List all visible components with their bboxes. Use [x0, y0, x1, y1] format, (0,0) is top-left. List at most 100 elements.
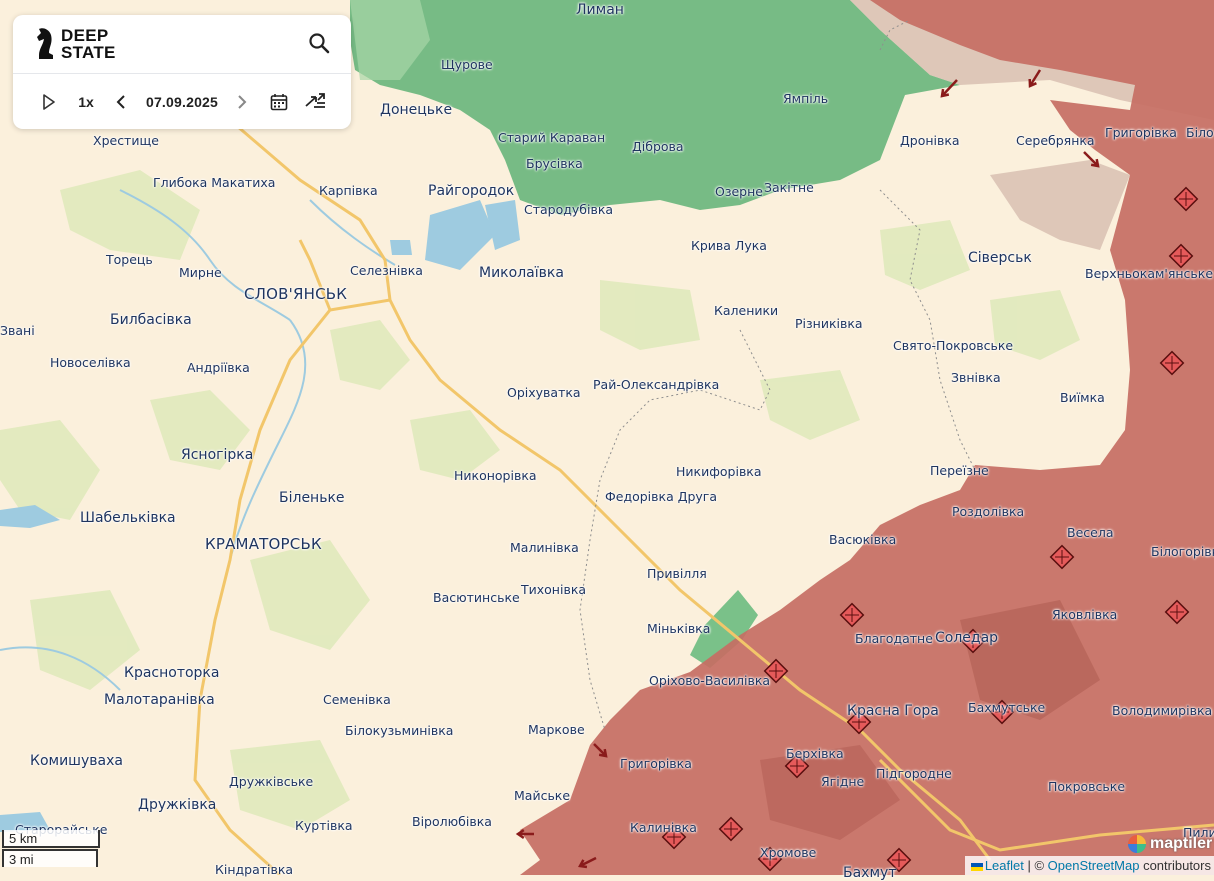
attribution-separator: | ©	[1023, 858, 1048, 873]
speed-button[interactable]: 1x	[72, 89, 100, 115]
place-label: Билбасівка	[110, 312, 192, 328]
place-label: Різниківка	[795, 316, 863, 331]
search-icon	[309, 33, 330, 54]
ukraine-flag-icon	[970, 862, 983, 871]
place-label: Соледар	[935, 630, 999, 646]
chevron-right-icon	[238, 95, 247, 109]
knight-chess-icon	[37, 28, 53, 59]
place-label: Рай-Олександрівка	[593, 377, 720, 392]
place-label: Селезнівка	[350, 263, 423, 278]
place-label: Хрестище	[93, 133, 159, 148]
place-label: Федорівка Друга	[605, 489, 718, 504]
place-label: Новоселівка	[50, 355, 131, 370]
next-date-button[interactable]	[232, 89, 252, 115]
place-label: Крива Лука	[691, 238, 767, 253]
place-label: Красна Гора	[847, 703, 939, 719]
place-label: Верхньокам'янське	[1085, 266, 1214, 281]
place-label: Привілля	[647, 566, 707, 581]
place-label: Дронівка	[900, 133, 960, 148]
place-label: Васютинське	[433, 590, 520, 605]
place-label: Ягідне	[821, 774, 865, 789]
calendar-icon	[270, 94, 288, 111]
place-label: Міньківка	[647, 621, 711, 636]
scale-km: 5 km	[2, 830, 100, 848]
place-label: Семенівка	[323, 692, 391, 707]
place-label: Біло	[1186, 125, 1214, 140]
place-label: Яковлівка	[1052, 607, 1118, 622]
map-attribution: Leaflet | © OpenStreetMap contributors	[964, 856, 1214, 875]
place-label: Покровське	[1048, 779, 1126, 794]
place-label: Бахмутське	[968, 700, 1046, 715]
place-label: Дружківка	[138, 797, 217, 813]
place-label: Білогорівка	[1151, 544, 1214, 559]
place-label: Благодатне	[855, 631, 933, 646]
place-label: Васюківка	[829, 532, 897, 547]
logo-text: DEEP STATE	[61, 27, 116, 61]
place-label: Никонорівка	[454, 468, 537, 483]
place-label: Весела	[1067, 525, 1114, 540]
date-label: 07.09.2025	[145, 94, 219, 110]
place-label: Хромове	[760, 845, 817, 860]
place-label: Переїзне	[930, 463, 989, 478]
place-label: Свято-Покровське	[893, 338, 1014, 353]
compare-arrows-icon	[305, 93, 325, 108]
place-label: Краснoторка	[124, 665, 220, 681]
place-label: Ясногірка	[181, 447, 254, 463]
place-label: Григорівка	[620, 756, 692, 771]
place-label: Малинівка	[510, 540, 579, 555]
place-label: Оріхуватка	[507, 385, 581, 400]
deepstate-logo[interactable]: DEEP STATE	[35, 25, 125, 65]
leaflet-link[interactable]: Leaflet	[985, 858, 1024, 873]
place-label: Калинівка	[630, 820, 697, 835]
maptiler-logo[interactable]: maptiler	[1127, 832, 1212, 856]
place-label: Володимирівка	[1112, 703, 1213, 718]
scale-bar: 5 km 3 mi	[2, 830, 100, 867]
place-label: Звнівка	[951, 370, 1001, 385]
place-label: Озерне	[715, 184, 763, 199]
place-label: Малотаранівка	[104, 692, 215, 708]
place-label: Каленики	[714, 303, 779, 318]
place-label: Никифорівка	[676, 464, 762, 479]
compare-button[interactable]	[302, 89, 328, 115]
place-label: Андріївка	[187, 360, 250, 375]
panel-header: DEEP STATE	[13, 15, 351, 74]
map-canvas[interactable]	[0, 0, 1214, 875]
place-label: Тихонівка	[521, 582, 587, 597]
place-label: Григорівка	[1105, 125, 1177, 140]
place-label: Глибока Макатиха	[153, 175, 276, 190]
osm-link[interactable]: OpenStreetMap	[1048, 858, 1140, 873]
place-label: Бахмут	[843, 865, 897, 881]
place-label: Ямпіль	[783, 91, 829, 106]
place-label: Мирне	[179, 265, 222, 280]
place-label: Маркове	[528, 722, 585, 737]
place-label: Майське	[514, 788, 571, 803]
speed-label: 1x	[78, 94, 94, 110]
place-label: Діброва	[632, 139, 684, 154]
place-label: Миколаївка	[479, 265, 564, 281]
place-label: Комишуваха	[30, 753, 123, 769]
calendar-button[interactable]	[267, 89, 291, 115]
logo-line-1: DEEP	[61, 26, 109, 45]
chevron-left-icon	[116, 95, 125, 109]
date-display[interactable]: 07.09.2025	[141, 89, 223, 115]
place-label: Біленьке	[279, 490, 345, 506]
place-label: Торець	[106, 252, 153, 267]
place-label: Брусівка	[526, 156, 583, 171]
place-label: Берхівка	[786, 746, 844, 761]
place-label: Дружківське	[229, 774, 314, 789]
place-label: Звані	[0, 323, 35, 338]
previous-date-button[interactable]	[111, 89, 131, 115]
play-button[interactable]	[38, 89, 60, 115]
place-label: Віролюбівка	[412, 814, 492, 829]
place-label: Оріхово-Василівка	[649, 673, 771, 688]
place-label: Стародубівка	[524, 202, 614, 217]
place-label: Білокузьминівка	[345, 723, 454, 738]
scale-mi: 3 mi	[2, 849, 98, 867]
search-button[interactable]	[307, 31, 333, 57]
place-label: Виїмка	[1060, 390, 1105, 405]
place-label: СЛОВ'ЯНСЬК	[244, 285, 348, 303]
place-label: Райгородок	[428, 183, 515, 199]
maptiler-label: maptiler	[1150, 835, 1213, 852]
play-icon	[43, 94, 55, 110]
place-label: Шабельківка	[80, 510, 176, 526]
